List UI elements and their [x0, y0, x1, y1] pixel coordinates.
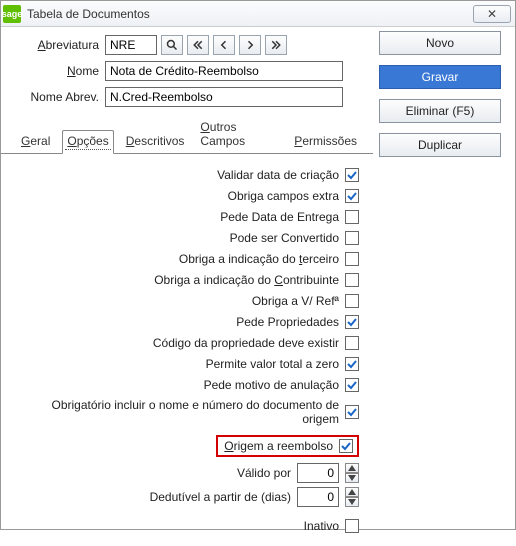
novo-button[interactable]: Novo	[379, 31, 501, 55]
opt-origem-reemb-label: Origem a reembolso	[224, 439, 333, 453]
dedutivel-label: Dedutível a partir de (dias)	[150, 490, 291, 504]
chevron-right-icon	[244, 39, 256, 51]
opt-pede-data-checkbox[interactable]	[345, 210, 359, 224]
opt-permite-zero-checkbox[interactable]	[345, 357, 359, 371]
valido-por-spinner[interactable]	[345, 463, 359, 483]
valido-por-label: Válido por	[237, 466, 291, 480]
window-title: Tabela de Documentos	[27, 7, 150, 21]
opt-cod-prop-label: Código da propriedade deve existir	[153, 336, 339, 350]
search-icon	[166, 39, 178, 51]
opt-pede-prop-label: Pede Propriedades	[236, 315, 339, 329]
opt-pode-conv-label: Pode ser Convertido	[230, 231, 339, 245]
opt-inativo-label: Inativo	[304, 519, 339, 533]
opt-obriga-vref-checkbox[interactable]	[345, 294, 359, 308]
opt-inativo-checkbox[interactable]	[345, 519, 359, 533]
nav-prev-button[interactable]	[213, 35, 235, 55]
close-button[interactable]: ✕	[473, 5, 511, 23]
close-icon: ✕	[487, 7, 497, 21]
opt-validar-checkbox[interactable]	[345, 168, 359, 182]
abreviatura-input[interactable]	[105, 35, 157, 55]
side-buttons: Novo Gravar Eliminar (F5) Duplicar	[379, 31, 501, 157]
options-panel: Validar data de criação Obriga campos ex…	[1, 154, 373, 546]
opt-obrig-origem-checkbox[interactable]	[345, 405, 359, 419]
header-form: Abreviatura Nome Nome Abrev.	[1, 27, 373, 107]
tab-outros-campos[interactable]: Outros Campos	[196, 117, 282, 153]
nome-abrev-label: Nome Abrev.	[1, 90, 105, 104]
nome-input[interactable]	[105, 61, 343, 81]
dedutivel-input[interactable]	[297, 487, 339, 507]
tab-geral[interactable]: Geral	[17, 131, 54, 153]
tab-opcoes[interactable]: Opções	[62, 130, 113, 154]
origem-reembolso-highlight: Origem a reembolso	[216, 435, 359, 457]
nav-first-button[interactable]	[187, 35, 209, 55]
dedutivel-spinner[interactable]	[345, 487, 359, 507]
chevron-left-icon	[218, 39, 230, 51]
titlebar: sage Tabela de Documentos ✕	[1, 1, 515, 27]
opt-obriga-extra-checkbox[interactable]	[345, 189, 359, 203]
app-logo: sage	[3, 5, 21, 23]
eliminar-button[interactable]: Eliminar (F5)	[379, 99, 501, 123]
opt-obriga-terceiro-label: Obriga a indicação do terceiro	[179, 252, 339, 266]
nav-last-button[interactable]	[265, 35, 287, 55]
chevron-double-left-icon	[192, 39, 204, 51]
search-button[interactable]	[161, 35, 183, 55]
opt-obriga-contrib-label: Obriga a indicação do Contribuinte	[154, 273, 339, 287]
opt-pede-motivo-checkbox[interactable]	[345, 378, 359, 392]
opt-pede-motivo-label: Pede motivo de anulação	[204, 378, 339, 392]
opt-permite-zero-label: Permite valor total a zero	[206, 357, 339, 371]
opt-origem-reemb-checkbox[interactable]	[339, 439, 353, 453]
valido-por-input[interactable]	[297, 463, 339, 483]
opt-obriga-terceiro-checkbox[interactable]	[345, 252, 359, 266]
abreviatura-label: Abreviatura	[1, 38, 105, 52]
nome-abrev-input[interactable]	[105, 87, 343, 107]
tab-permissoes[interactable]: Permissões	[290, 131, 361, 153]
opt-obriga-extra-label: Obriga campos extra	[228, 189, 339, 203]
tab-descritivos[interactable]: Descritivos	[122, 131, 189, 153]
duplicar-button[interactable]: Duplicar	[379, 133, 501, 157]
opt-obriga-vref-label: Obriga a V/ Refª	[252, 294, 339, 308]
opt-obriga-contrib-checkbox[interactable]	[345, 273, 359, 287]
opt-validar-label: Validar data de criação	[217, 168, 339, 182]
nome-label: Nome	[1, 64, 105, 78]
tab-strip: Geral Opções Descritivos Outros Campos P…	[1, 107, 373, 154]
gravar-button[interactable]: Gravar	[379, 65, 501, 89]
opt-pede-prop-checkbox[interactable]	[345, 315, 359, 329]
nav-next-button[interactable]	[239, 35, 261, 55]
opt-pode-conv-checkbox[interactable]	[345, 231, 359, 245]
opt-cod-prop-checkbox[interactable]	[345, 336, 359, 350]
opt-pede-data-label: Pede Data de Entrega	[220, 210, 339, 224]
opt-obrig-origem-label: Obrigatório incluir o nome e número do d…	[39, 398, 339, 426]
chevron-double-right-icon	[270, 39, 282, 51]
